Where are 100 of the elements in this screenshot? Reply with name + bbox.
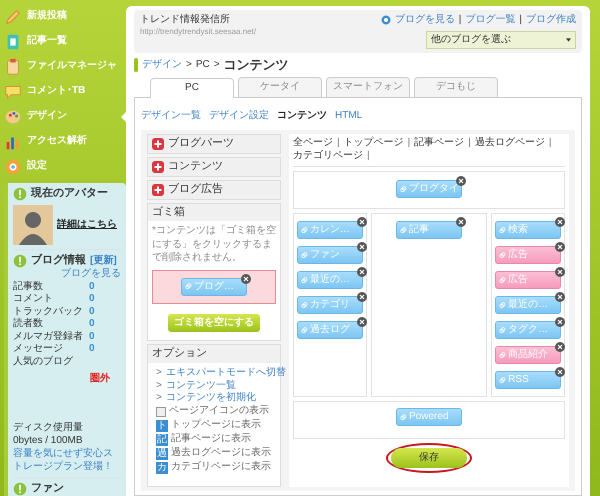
accordion-item[interactable]: ブログパーツ [147, 134, 281, 154]
close-icon [555, 217, 566, 228]
close-icon [456, 217, 466, 228]
subnav-link[interactable]: デザイン設定 [209, 110, 269, 122]
stat-value: 0 [89, 318, 95, 330]
close-icon [555, 242, 566, 252]
stat-label: 人気のブログ [13, 356, 73, 368]
page-badge: ト [156, 420, 168, 432]
link-icon [300, 326, 308, 334]
link-icon [499, 252, 506, 259]
tab[interactable]: ケータイ [238, 77, 322, 97]
breadcrumb-marker [134, 58, 138, 72]
option-link[interactable]: コンテンツ一覧 [166, 380, 236, 392]
option-link[interactable]: コンテンツを初期化 [166, 392, 256, 404]
breadcrumb-link[interactable]: PC [196, 58, 210, 72]
link-icon [185, 283, 192, 290]
close-icon [241, 274, 251, 284]
header-link[interactable]: ブログを見る [394, 14, 455, 26]
page-option-label: 記事ページに表示 [171, 433, 251, 446]
subnav-link[interactable]: HTML [335, 110, 362, 122]
tab[interactable]: デコもじ [414, 77, 498, 97]
panel-title: ゴミ箱 [148, 204, 280, 222]
panel-title: 現在のアバター [31, 187, 108, 201]
option-link[interactable]: エキスパートモードへ切替 [166, 367, 286, 380]
stat-value: 0 [89, 306, 95, 318]
breadcrumb-current: コンテンツ [224, 57, 289, 74]
checkbox[interactable] [156, 406, 166, 416]
breadcrumb-link[interactable]: デザイン [142, 58, 182, 72]
page-filter-link[interactable]: カテゴリページ [293, 150, 363, 162]
exclamation-icon [13, 482, 27, 496]
site-title: トレンド情報発信所 [140, 14, 231, 26]
accordion-item[interactable]: ブログ広告 [147, 180, 281, 200]
page-badge: カ [156, 462, 168, 474]
link-icon [300, 252, 308, 259]
tab[interactable]: PC [150, 78, 234, 98]
sidebar-item[interactable]: アクセス解析 [0, 129, 126, 154]
close-icon [356, 217, 367, 228]
checkbox-label: ページアイコンの表示 [169, 405, 269, 418]
link-icon [300, 226, 308, 234]
close-icon [356, 267, 367, 278]
stat-label: 読者数 [13, 318, 44, 330]
view-blog-link[interactable]: ブログを見る [61, 268, 121, 279]
stat-label: メッセージ [13, 343, 64, 356]
stat-label: 記事数 [13, 280, 44, 293]
refresh-link[interactable]: [更新] [90, 254, 117, 268]
link-separator: | [519, 14, 522, 26]
header-link[interactable]: ブログ一覧 [465, 14, 516, 26]
sidebar-item[interactable]: デザイン [0, 104, 126, 129]
subnav-link[interactable]: デザイン一覧 [141, 110, 201, 122]
sidebar-item[interactable]: ファイルマネージャ [0, 54, 126, 79]
page-option-label: 過去ログページに表示 [171, 447, 271, 460]
plus-icon [152, 160, 164, 173]
subnav-link[interactable]: コンテンツ [277, 110, 327, 122]
breadcrumb-separator: > [186, 58, 192, 72]
link-icon [499, 326, 506, 334]
close-icon [356, 317, 367, 328]
save-button[interactable]: 保存 [391, 448, 467, 468]
page-option-label: トップページに表示 [171, 419, 261, 432]
page-filter-link[interactable]: 過去ログページ [474, 137, 545, 150]
trash-note: *コンテンツは「ゴミ箱を空にする」をクリックするまで削除されません。 [151, 224, 277, 266]
breadcrumb-separator: > [214, 58, 220, 72]
stat-label: メルマガ登録者 [13, 330, 84, 343]
panel-title: ファン [31, 482, 64, 496]
plus-icon [152, 184, 164, 196]
filter-separator: | [337, 137, 340, 150]
link-icon [400, 226, 407, 234]
page-filter-link[interactable]: トップページ [344, 137, 404, 150]
site-url: http://trendytrendysit.seesaa.net/ [140, 26, 256, 36]
link-icon [499, 276, 506, 284]
panel-title: オプション [148, 345, 280, 363]
dropdown-caret-icon [566, 38, 571, 42]
close-icon [555, 317, 566, 328]
sidebar-item[interactable]: コメント･TB [0, 79, 126, 104]
details-link[interactable]: 詳細はこちら [57, 218, 117, 232]
tab[interactable]: スマートフォン [326, 77, 410, 97]
page-badge: 記 [156, 434, 168, 446]
sidebar-item[interactable]: 設定 [0, 154, 126, 179]
circle-icon [380, 15, 391, 26]
storage-plan-link[interactable]: 容量を気にせず安心ストレージプラン登場！ [13, 447, 121, 473]
close-icon [456, 176, 466, 186]
clipboard-icon [4, 58, 22, 76]
link-icon [300, 302, 308, 309]
plus-icon [152, 138, 164, 150]
page-filter-link[interactable]: 全ページ [293, 137, 333, 150]
link-icon [499, 376, 506, 384]
filter-separator: | [367, 150, 370, 162]
stat-label: コメント [13, 293, 54, 306]
exclamation-icon [13, 254, 27, 268]
blog-select[interactable]: 他のブログを選ぶ [426, 30, 576, 49]
flower-icon [4, 158, 22, 176]
filter-separator: | [408, 137, 410, 150]
stat-value: 0 [89, 330, 95, 343]
close-icon [555, 267, 566, 278]
header-link[interactable]: ブログ作成 [526, 14, 576, 26]
disk-usage-value: 0bytes / 100MB [13, 434, 84, 447]
link-icon [300, 276, 308, 284]
close-icon [356, 242, 367, 252]
accordion-item[interactable]: コンテンツ [147, 157, 281, 177]
page-option-label: カテゴリページに表示 [171, 461, 271, 474]
page-filter-link[interactable]: 記事ページ [414, 137, 464, 150]
